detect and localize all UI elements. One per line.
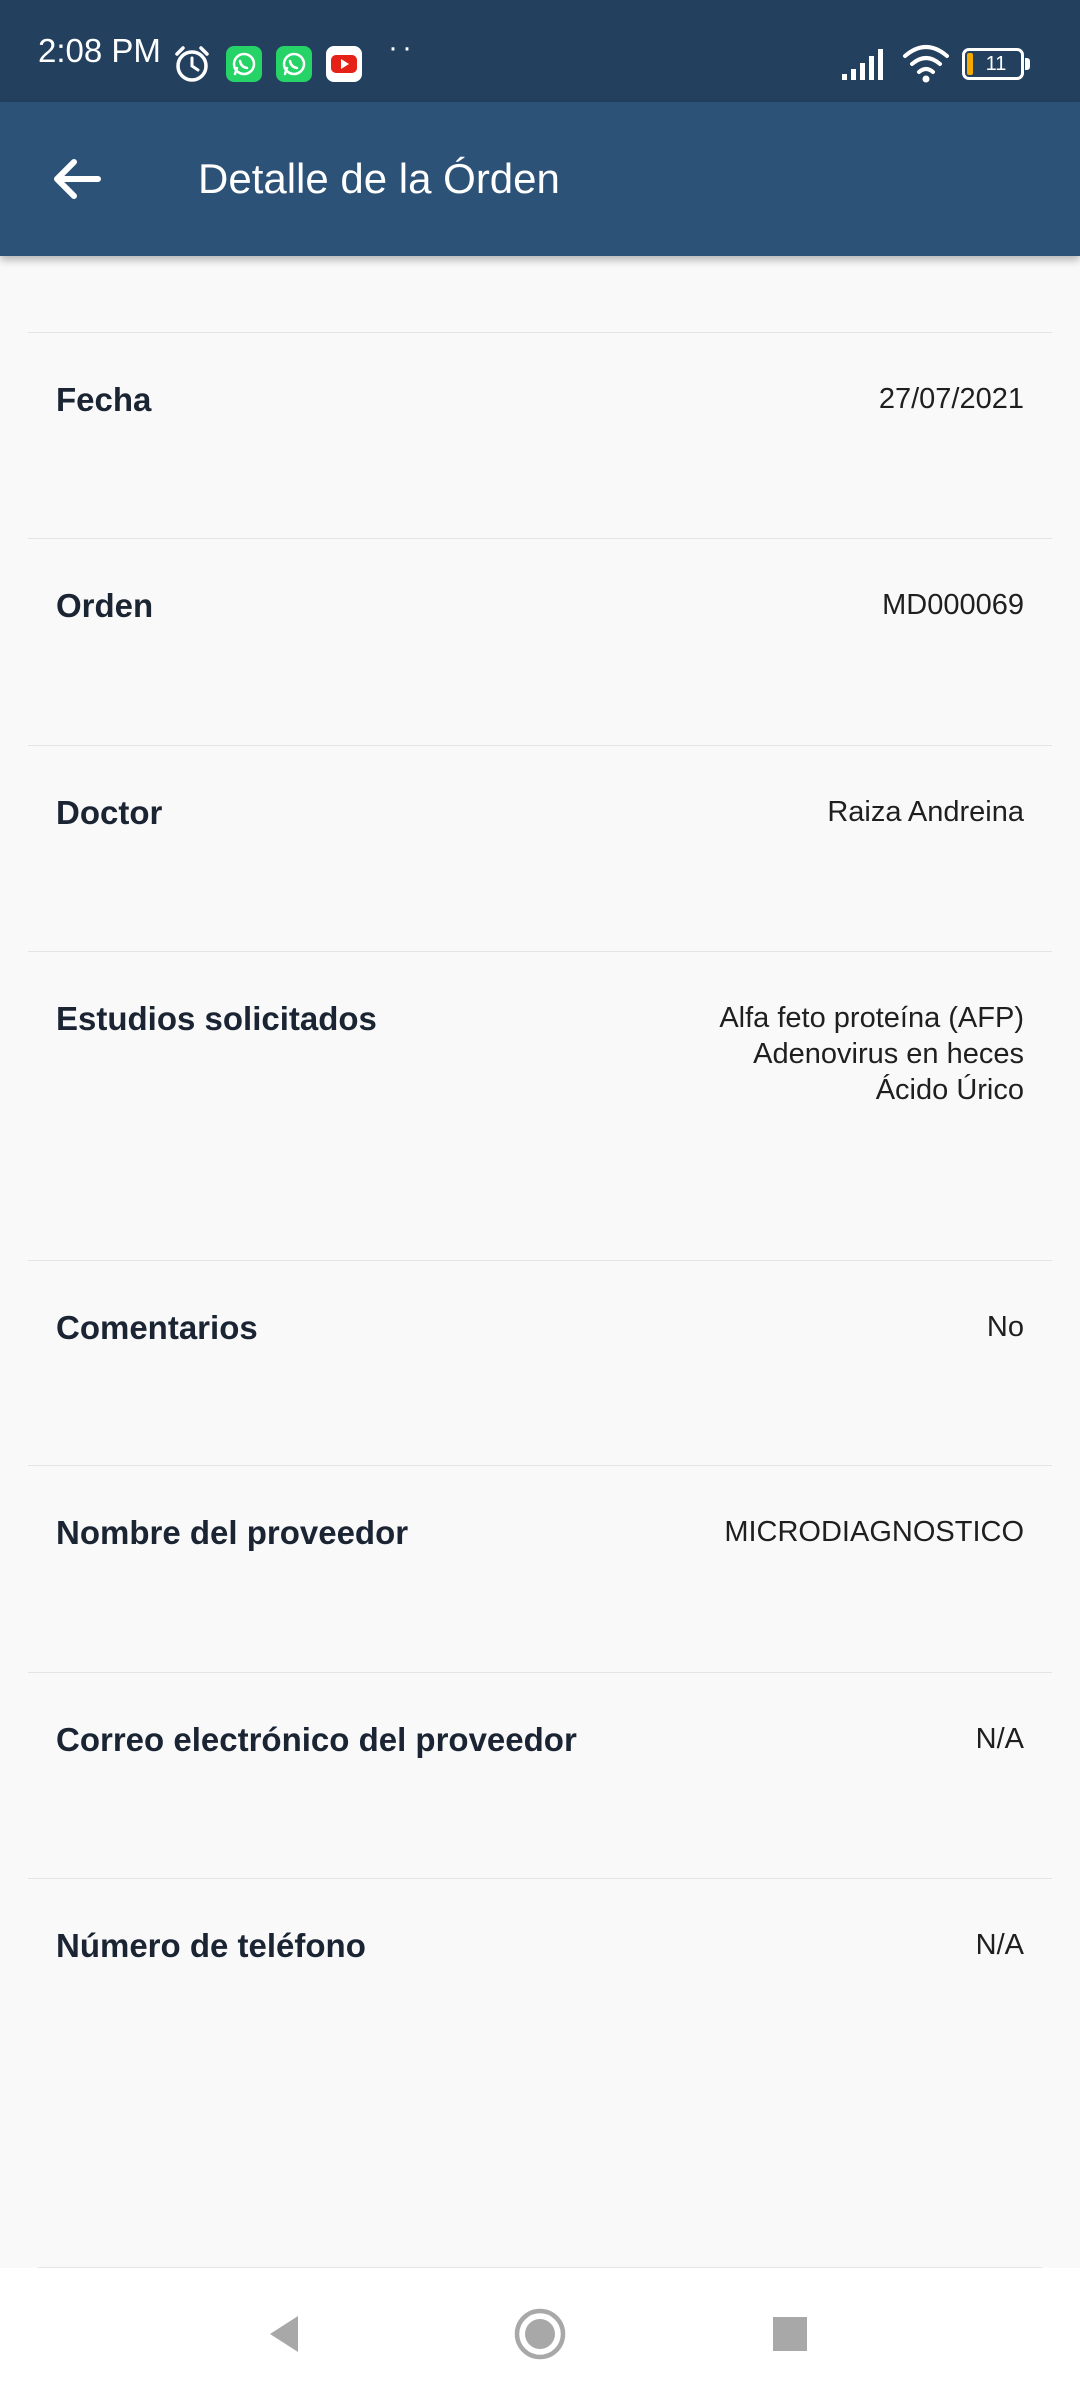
doctor-label: Doctor bbox=[56, 794, 163, 831]
wifi-icon bbox=[903, 45, 949, 83]
detail-row-telefono: Número de teléfono N/A bbox=[28, 1878, 1052, 2178]
page-title: Detalle de la Órden bbox=[198, 155, 560, 202]
navigation-bar bbox=[0, 2268, 1080, 2400]
orden-label: Orden bbox=[56, 587, 154, 624]
doctor-value: Raiza Andreina bbox=[827, 796, 1024, 828]
comentarios-value: No bbox=[986, 1311, 1024, 1343]
estudio-item: Ácido Úrico bbox=[875, 1074, 1024, 1106]
nav-recents-icon[interactable] bbox=[758, 2302, 822, 2366]
alarm-icon bbox=[175, 46, 209, 82]
correo-value: N/A bbox=[975, 1723, 1024, 1755]
detail-row-comentarios: Comentarios No bbox=[28, 1260, 1052, 1465]
status-bar: 2:08 PM ·· 11 bbox=[0, 0, 1080, 102]
back-arrow-icon[interactable] bbox=[40, 142, 114, 216]
detail-row-fecha: Fecha 27/07/2021 bbox=[28, 332, 1052, 538]
whatsapp-icon bbox=[226, 46, 262, 82]
comentarios-label: Comentarios bbox=[56, 1309, 258, 1346]
detail-row-orden: Orden MD000069 bbox=[28, 538, 1052, 745]
nav-back-icon[interactable] bbox=[254, 2302, 318, 2366]
status-time: 2:08 PM bbox=[38, 32, 161, 69]
signal-icon bbox=[842, 49, 883, 80]
battery-icon: 11 bbox=[962, 48, 1030, 80]
more-notifications-icon: ·· bbox=[388, 31, 416, 64]
estudio-item: Alfa feto proteína (AFP) bbox=[719, 1002, 1024, 1034]
telefono-label: Número de teléfono bbox=[56, 1927, 366, 1964]
telefono-value: N/A bbox=[975, 1929, 1024, 1961]
detail-row-estudios: Estudios solicitados Alfa feto proteína … bbox=[28, 951, 1052, 1260]
estudios-label: Estudios solicitados bbox=[56, 1000, 377, 1037]
nav-home-icon[interactable] bbox=[508, 2302, 572, 2366]
orden-value: MD000069 bbox=[882, 589, 1024, 621]
estudio-item: Adenovirus en heces bbox=[753, 1038, 1024, 1070]
proveedor-value: MICRODIAGNOSTICO bbox=[724, 1516, 1024, 1548]
proveedor-label: Nombre del proveedor bbox=[56, 1514, 409, 1551]
fecha-value: 27/07/2021 bbox=[878, 383, 1024, 415]
correo-label: Correo electrónico del proveedor bbox=[56, 1721, 577, 1758]
battery-level: 11 bbox=[985, 53, 1007, 75]
estudios-list: Alfa feto proteína (AFP) Adenovirus en h… bbox=[719, 1000, 1024, 1108]
fecha-label: Fecha bbox=[56, 381, 152, 418]
app-bar: Detalle de la Órden bbox=[0, 102, 1080, 256]
detail-row-doctor: Doctor Raiza Andreina bbox=[28, 745, 1052, 951]
whatsapp-icon bbox=[276, 46, 312, 82]
detail-row-proveedor: Nombre del proveedor MICRODIAGNOSTICO bbox=[28, 1465, 1052, 1672]
detail-row-correo: Correo electrónico del proveedor N/A bbox=[28, 1672, 1052, 1878]
youtube-icon bbox=[326, 46, 362, 82]
